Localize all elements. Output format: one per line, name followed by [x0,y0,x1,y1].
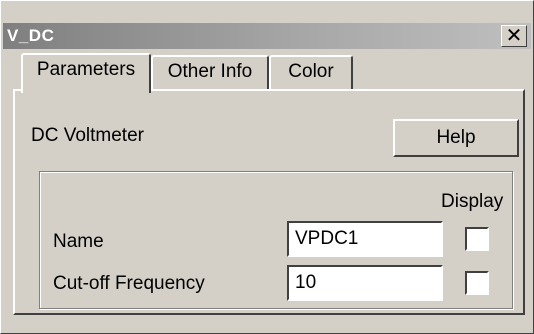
close-button[interactable]: ✕ [501,25,527,47]
dialog-window: V_DC ✕ Parameters Other Info Color DC Vo… [0,0,534,334]
display-column-header: Display [441,191,504,212]
window-title: V_DC [7,26,55,45]
tab-color[interactable]: Color [269,55,353,89]
cutoff-frequency-field[interactable] [287,265,443,301]
name-label: Name [53,231,104,252]
title-bar[interactable]: V_DC ✕ [3,23,531,49]
tab-parameters[interactable]: Parameters [21,53,151,93]
cutoff-frequency-display-checkbox[interactable] [465,271,489,295]
name-display-checkbox[interactable] [465,227,489,251]
component-description: DC Voltmeter [31,125,144,146]
close-icon: ✕ [505,25,523,47]
tab-other-info[interactable]: Other Info [151,55,269,89]
help-button[interactable]: Help [393,119,519,157]
name-field[interactable] [287,221,443,257]
cutoff-frequency-label: Cut-off Frequency [53,273,205,294]
